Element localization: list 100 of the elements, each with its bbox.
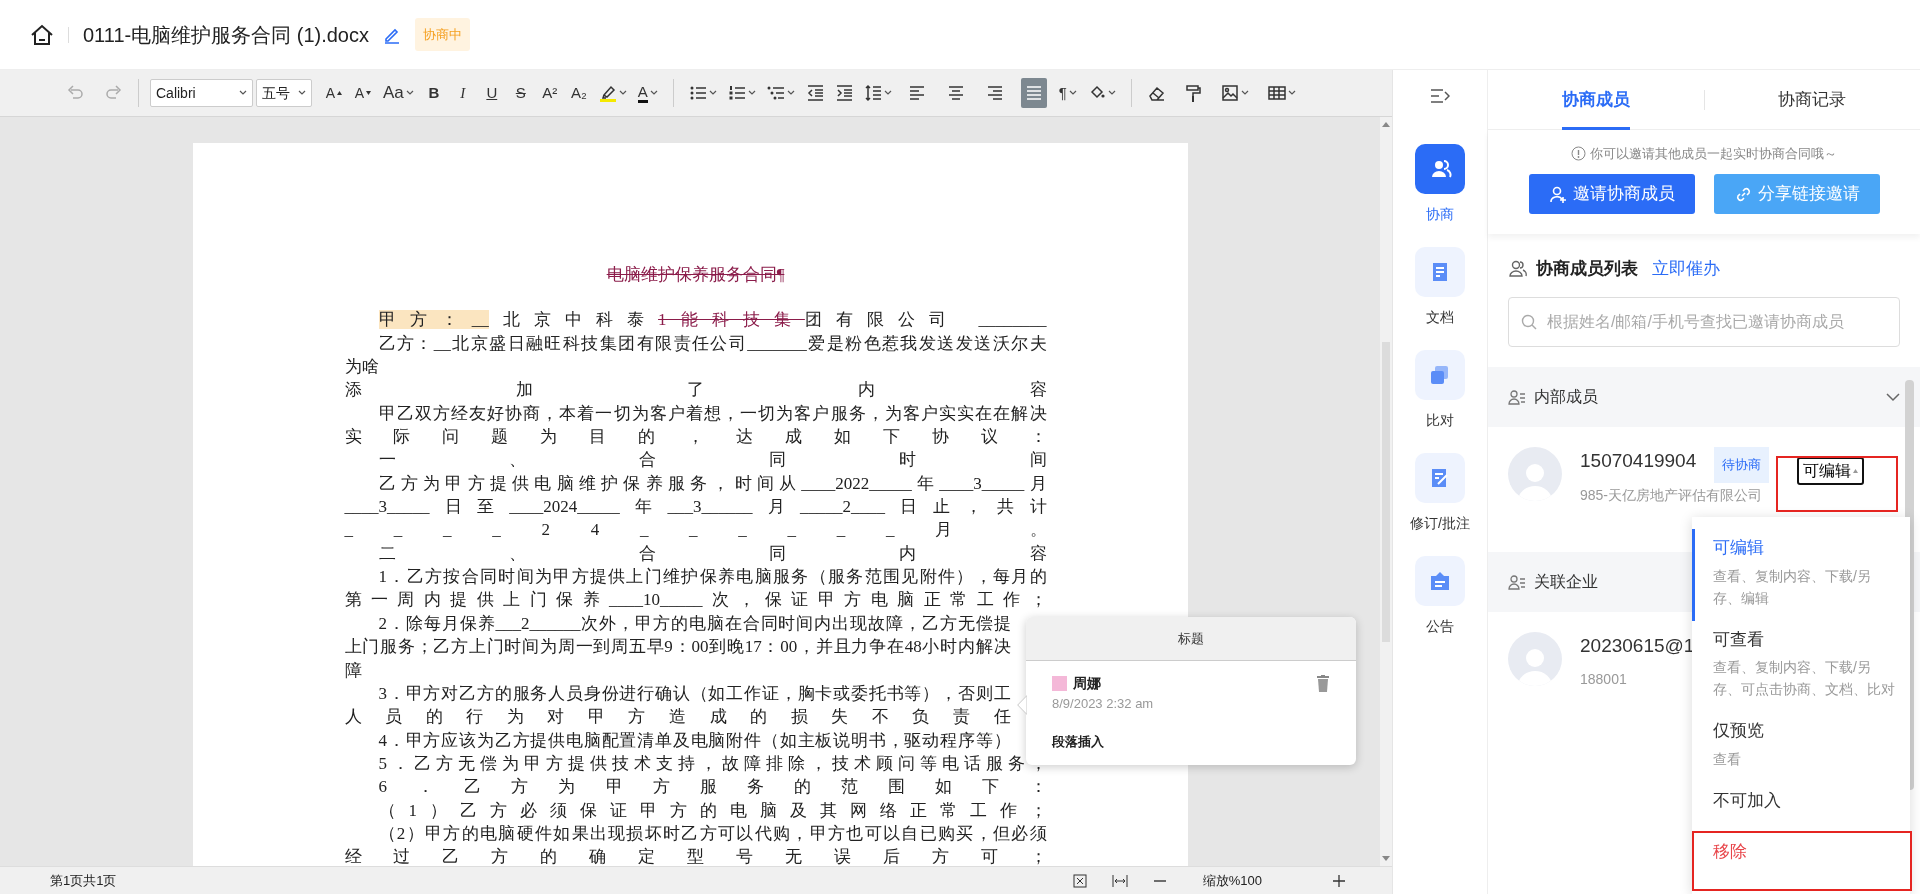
document-line: 实际问题为目的，达成如下协议： (344, 426, 1047, 449)
menu-item-description: 查看 (1713, 749, 1742, 769)
paragraph-mark-button[interactable]: ¶ (1054, 78, 1081, 108)
member-name: 20230615@1 (1580, 634, 1695, 658)
document-line: 乙方：__北京盛日融旺科技集团有限责任公司_______爱是粉色惹我发送发送沃尔夫 (377, 332, 1047, 355)
comment-time: 8/9/2023 2:32 am (1052, 695, 1155, 713)
menu-item[interactable]: 可编辑 查看、复制内容、下载/另存、编辑 (1692, 529, 1910, 621)
shrink-button[interactable]: A (350, 78, 376, 108)
document-line: 障 (344, 659, 363, 682)
search-icon (1521, 314, 1537, 330)
up-triangle-icon (1853, 469, 1859, 473)
document-line: 二、合同内容 (377, 542, 1047, 565)
eraser-icon (1146, 84, 1165, 102)
document-line: 人员的行为对甲方造成的损失不负责任 (344, 706, 1011, 729)
document-line: 添加了内容 (344, 379, 1047, 402)
menu-item-description: 查看、复制内容、下载/另存、编辑 (1713, 566, 1872, 608)
document-text: 北京中科泰 (488, 310, 659, 330)
align-justify-icon (1024, 84, 1043, 102)
list-title: 协商成员列表 (1536, 257, 1638, 280)
up-arrow-icon[interactable] (1382, 121, 1390, 127)
indent-icon (834, 84, 853, 102)
highlighted-text: 甲方：__ (378, 310, 489, 330)
deleted-text: 电脑维护保养服务合同¶ (606, 265, 785, 284)
invite-button[interactable]: 邀请协商成员 (1528, 173, 1695, 214)
italic-button[interactable]: I (449, 78, 476, 108)
panel-tab[interactable]: 协商记录 (1704, 70, 1920, 129)
multilevel-list-icon (766, 84, 785, 102)
menu-item-label: 不可加入 (1713, 789, 1782, 812)
caret-icon (239, 90, 247, 96)
down-arrow-icon[interactable] (1382, 856, 1390, 862)
comment-text: 段落插入 (1052, 732, 1105, 751)
search-field[interactable]: 根据姓名/邮箱/手机号查找已邀请协商成员 (1508, 297, 1900, 347)
menu-item-label: 仅预览 (1713, 720, 1765, 742)
font-size-select[interactable]: 五号 (256, 79, 312, 107)
menu-item[interactable]: 不可加入 (1692, 781, 1910, 825)
chevron-down-icon[interactable] (1886, 392, 1900, 402)
caret-icon (298, 90, 306, 96)
home-icon[interactable] (30, 23, 54, 46)
zoom-level: 缩放%100 (1202, 871, 1262, 890)
document-line: 甲乙双方经友好协商，本着一切为客户着想，一切为客户服务，为客户实实在在解决 (377, 402, 1047, 425)
grow-button[interactable]: A (321, 78, 347, 108)
trash-icon[interactable] (1316, 675, 1330, 692)
menu-item-label: 移除 (1713, 841, 1748, 863)
document-title: 0111-电脑维护服务合同 (1).docx (83, 22, 369, 48)
subscript-button[interactable]: A₂ (565, 78, 592, 108)
redo-icon (105, 84, 123, 102)
deleted-text: 1能科技集 (658, 310, 805, 330)
superscript-button[interactable]: A² (536, 78, 563, 108)
comment-author: 周娜 (1073, 674, 1101, 693)
menu-item[interactable]: 移除 (1692, 825, 1910, 877)
justify-button[interactable] (1020, 78, 1047, 108)
undo-icon (66, 84, 84, 102)
hint-text: 你可以邀请其他成员一起实时协商合同哦～ (1590, 145, 1837, 163)
member-status: 待协商 (1714, 447, 1770, 483)
permission-select[interactable]: 可编辑 (1797, 457, 1865, 485)
paint-roller-icon (1183, 84, 1202, 102)
font-select[interactable]: Calibri (150, 79, 253, 107)
page-count: 第1页共1页 (50, 871, 117, 890)
image-icon (1220, 84, 1239, 102)
document-line: 乙方为甲方提供电脑维护保养服务，时间从____2022_____年____3_____月 (377, 472, 1047, 495)
person-list-icon (1508, 574, 1526, 590)
panel-tab[interactable]: 协商成员 (1488, 70, 1704, 129)
member-detail: 188001 (1580, 669, 1628, 689)
bold-button[interactable]: B (420, 78, 447, 108)
menu-item[interactable]: 可查看 查看、复制内容、下载/另存、可点击协商、文档、比对 (1692, 620, 1910, 712)
group-icon (1508, 259, 1528, 278)
scrollbar[interactable] (1380, 117, 1392, 866)
urge-link[interactable]: 立即催办 (1652, 255, 1720, 281)
outdent-icon (805, 84, 824, 102)
font-size-value: 五号 (262, 83, 290, 103)
section-title: 内部成员 (1534, 387, 1598, 407)
document-line: 3．甲方对乙方的服务人员身份进行确认（如工作证，胸卡或委托书等），否则工 (377, 682, 1011, 705)
underline-button[interactable]: U (478, 78, 505, 108)
document-line: 一、合同时间 (377, 449, 1047, 472)
down-triangle-icon (366, 91, 372, 95)
collapse-panel-icon[interactable] (1430, 88, 1450, 104)
menu-item-label: 可编辑 (1713, 537, 1765, 559)
color-button[interactable]: A (633, 78, 662, 108)
strike-button[interactable]: S (507, 78, 534, 108)
comment-title: 标题 (1026, 617, 1356, 661)
document-line: _ _ _ _ 2 4 _ _ _ _ _ _ 月 。 (344, 519, 1047, 542)
menu-item[interactable]: 仅预览 查看 (1692, 712, 1910, 782)
member-detail: 985-天亿房地产评估有限公司 (1580, 486, 1764, 505)
zoom-in-icon (1331, 872, 1347, 889)
highlighter-icon (598, 84, 617, 102)
person-list-icon (1508, 389, 1526, 405)
document-text: 团有限公司 ________ (804, 310, 1047, 330)
numbered-list-icon (727, 84, 746, 102)
document-line: 6．乙方为甲方服务的范围如下： (377, 776, 1047, 799)
fit-width-icon (1111, 872, 1128, 889)
up-triangle-icon (337, 91, 343, 95)
align-right-icon (985, 84, 1004, 102)
bullet-list-icon (688, 84, 707, 102)
briefcase-icon (1428, 569, 1452, 593)
document-line: 第一周内提供上门保养____10_____次，保证甲方电脑正常工作； (344, 589, 1047, 612)
case-button[interactable]: Aa (379, 78, 418, 108)
document-line: 1．乙方按合同时间为甲方提供上门维护保养电脑服务（服务范围见附件），每月的 (377, 566, 1047, 589)
table-icon (1267, 84, 1286, 102)
zoom-out-icon (1153, 879, 1166, 882)
document-line: （2）甲方的电脑硬件如果出现损坏时乙方可以代购，甲方也可以自已购买，但必须 (377, 822, 1047, 845)
